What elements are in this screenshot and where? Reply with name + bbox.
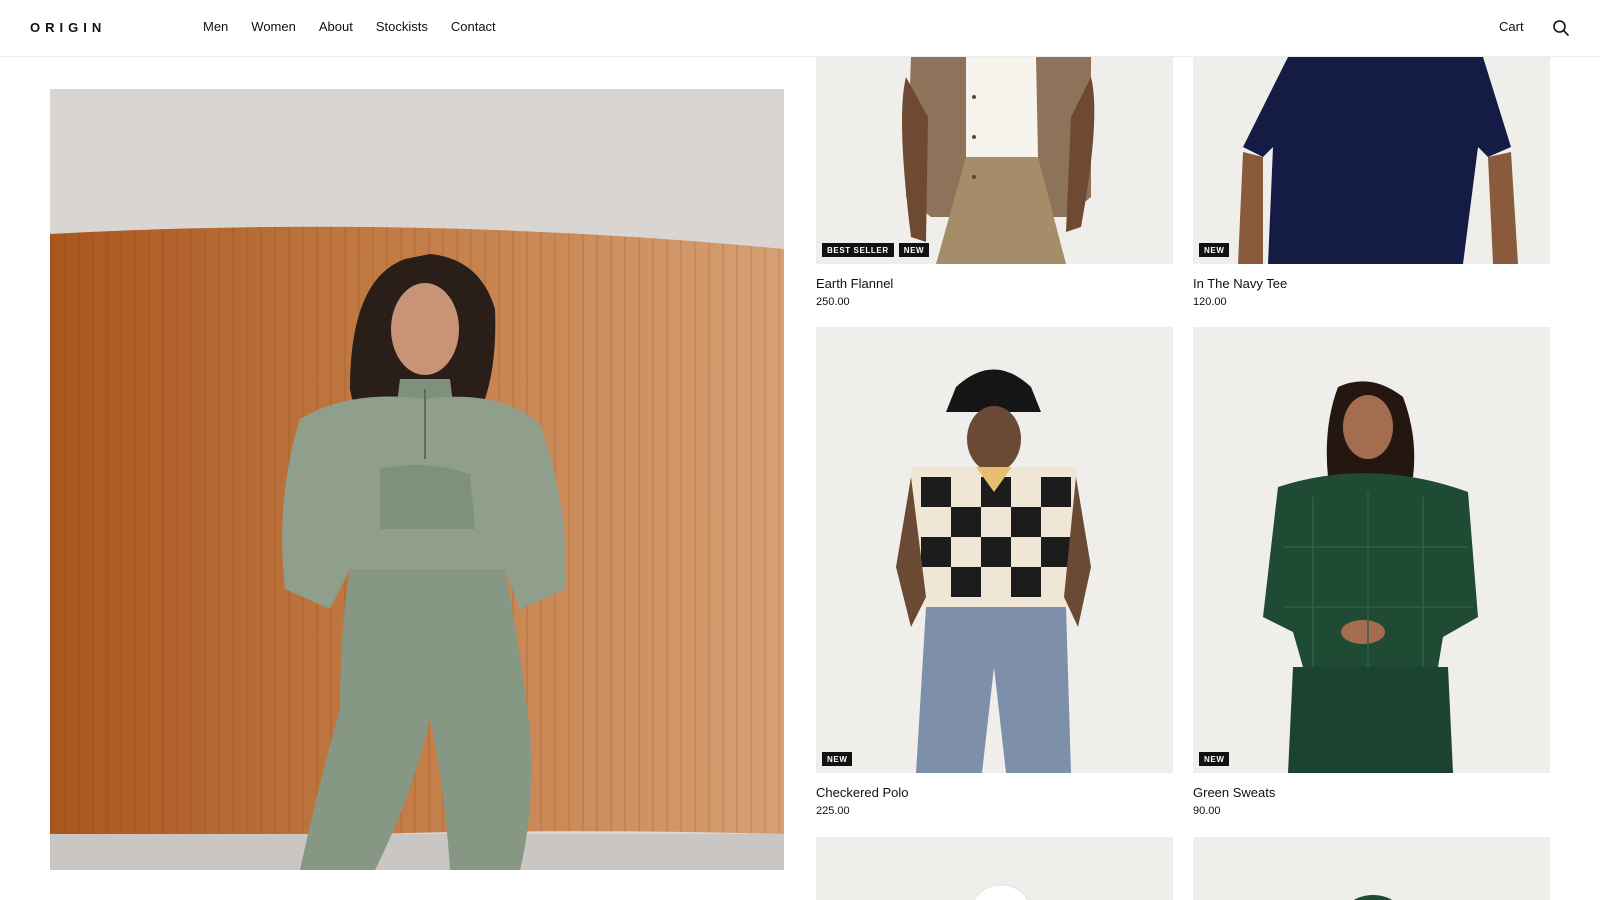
nav-women[interactable]: Women <box>251 19 296 34</box>
product-name[interactable]: Earth Flannel <box>816 276 893 291</box>
product-card[interactable]: BEST SELLER NEW Earth Flannel 250.00 <box>816 57 1173 313</box>
product-card[interactable]: NEW In The Navy Tee 120.00 <box>1193 57 1550 313</box>
product-card[interactable]: NEW Checkered Polo 225.00 <box>816 327 1173 821</box>
badge-group: NEW <box>1199 243 1230 257</box>
product-price: 225.00 <box>816 805 850 817</box>
product-name[interactable]: Checkered Polo <box>816 785 909 800</box>
product-image[interactable] <box>1193 327 1550 773</box>
badge-group: NEW <box>822 752 853 766</box>
product-name[interactable]: In The Navy Tee <box>1193 276 1287 291</box>
new-badge: NEW <box>1199 752 1230 766</box>
site-header: ORIGIN Men Women About Stockists Contact… <box>0 0 1600 57</box>
cart-link[interactable]: Cart <box>1499 19 1524 34</box>
product-image[interactable] <box>1193 57 1550 264</box>
search-icon[interactable] <box>1552 19 1570 37</box>
product-image[interactable] <box>816 57 1173 264</box>
hero-image <box>50 89 784 870</box>
product-image[interactable] <box>1193 837 1550 900</box>
nav-stockists[interactable]: Stockists <box>376 19 428 34</box>
product-price: 90.00 <box>1193 805 1221 817</box>
nav-about[interactable]: About <box>319 19 353 34</box>
nav-men[interactable]: Men <box>203 19 228 34</box>
badge-group: BEST SELLER NEW <box>822 243 930 257</box>
product-card[interactable]: NEW Green Sweats 90.00 <box>1193 327 1550 821</box>
product-price: 120.00 <box>1193 296 1227 308</box>
badge-group: NEW <box>1199 752 1230 766</box>
product-price: 250.00 <box>816 296 850 308</box>
new-badge: NEW <box>822 752 853 766</box>
product-image[interactable] <box>816 837 1173 900</box>
product-name[interactable]: Green Sweats <box>1193 785 1275 800</box>
product-card[interactable] <box>1193 837 1550 900</box>
new-badge: NEW <box>1199 243 1230 257</box>
new-badge: NEW <box>898 243 930 257</box>
product-card[interactable] <box>816 837 1173 900</box>
main-nav: Men Women About Stockists Contact <box>203 19 496 34</box>
brand-logo[interactable]: ORIGIN <box>30 20 106 35</box>
product-image[interactable] <box>816 327 1173 773</box>
best-seller-badge: BEST SELLER <box>822 243 894 257</box>
nav-contact[interactable]: Contact <box>451 19 496 34</box>
